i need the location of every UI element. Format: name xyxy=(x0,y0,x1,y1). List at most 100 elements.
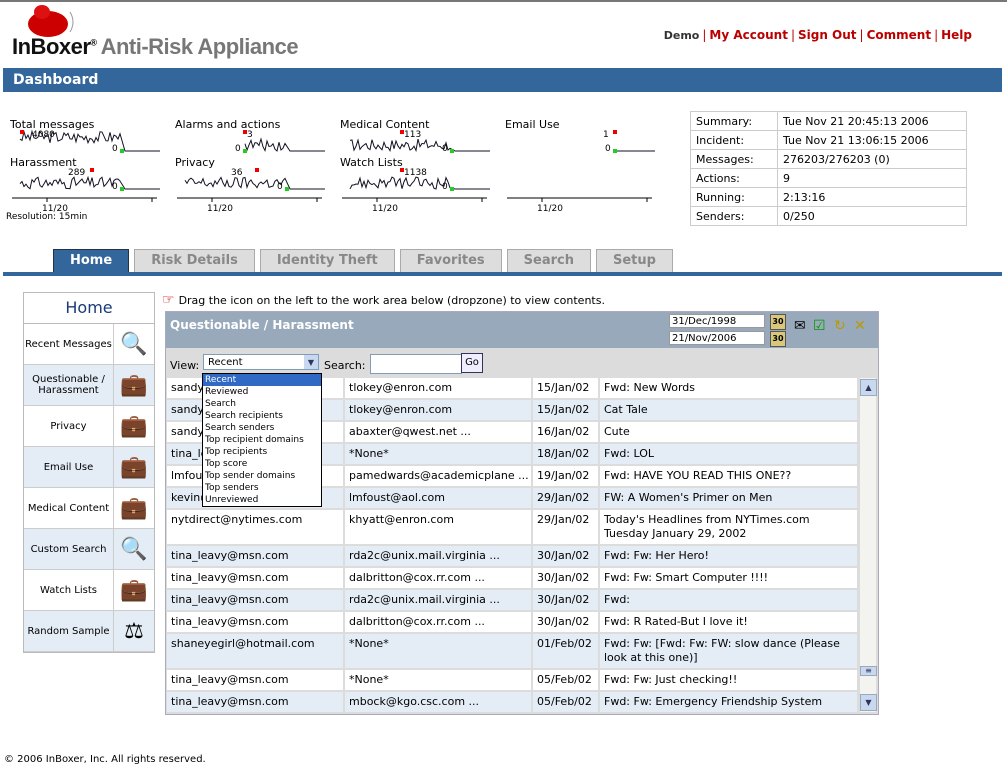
sparkline-chart: Medical Content 113 0 xyxy=(340,118,500,156)
briefcase-icon[interactable]: 💼 xyxy=(114,447,154,487)
sidebar-item[interactable]: Medical Content 💼 xyxy=(24,488,154,529)
tab-search[interactable]: Search xyxy=(506,249,591,272)
my-account-link[interactable]: My Account xyxy=(709,28,788,42)
comment-link[interactable]: Comment xyxy=(867,28,931,42)
cell-sender: nytdirect@nytimes.com xyxy=(167,510,345,544)
view-option[interactable]: Top score xyxy=(203,458,321,470)
checkmark-icon[interactable]: ☑ xyxy=(813,318,826,334)
scales-icon[interactable]: ⚖ xyxy=(114,611,154,651)
sidebar-item[interactable]: Questionable / Harassment 💼 xyxy=(24,365,154,406)
scrollbar[interactable]: ▲ ≡ ▼ xyxy=(860,378,877,712)
cell-date: 30/Jan/02 xyxy=(533,546,600,566)
close-icon[interactable]: ✕ xyxy=(854,318,866,334)
cell-sender: tina_leavy@msn.com xyxy=(167,612,345,632)
tab-setup[interactable]: Setup xyxy=(596,249,673,272)
cell-recipient: mbock@kgo.csc.com ... xyxy=(345,692,533,712)
briefcase-icon[interactable]: 💼 xyxy=(114,488,154,528)
table-row[interactable]: shaneyegirl@hotmail.com *None* 01/Feb/02 Fw… xyxy=(167,634,859,670)
scroll-up-button[interactable]: ▲ xyxy=(860,379,877,396)
refresh-icon[interactable]: ↻ xyxy=(834,318,846,334)
summary-key: Actions: xyxy=(690,168,778,188)
date-from-input[interactable]: 31/Dec/1998 xyxy=(669,314,765,328)
sparkline-min-label: 0 xyxy=(442,144,448,154)
sidebar-home[interactable]: Home xyxy=(24,293,154,324)
cell-date: 01/Feb/02 xyxy=(533,634,600,668)
view-option[interactable]: Top senders xyxy=(203,482,321,494)
envelope-icon[interactable]: ✉ xyxy=(794,318,806,334)
search-input[interactable] xyxy=(370,354,462,374)
summary-value: 276203/276203 (0) xyxy=(777,149,967,169)
sidebar-item[interactable]: Privacy 💼 xyxy=(24,406,154,447)
view-option[interactable]: Unreviewed xyxy=(203,494,321,506)
summary-row: Actions: 9 xyxy=(690,168,967,188)
cell-sender: tina_leavy@msn.com xyxy=(167,590,345,610)
calendar-icon[interactable]: 30 xyxy=(770,314,786,330)
sparkline-max-label: 36 xyxy=(231,168,243,178)
tab-identity-theft[interactable]: Identity Theft xyxy=(259,249,395,272)
view-option[interactable]: Search senders xyxy=(203,422,321,434)
cell-recipient: khyatt@enron.com xyxy=(345,510,533,544)
cell-subject: Cute xyxy=(600,422,859,442)
sparkline-max-label: 4080 xyxy=(32,130,55,140)
sidebar-item[interactable]: Recent Messages 🔍 xyxy=(24,324,154,365)
sparkline-chart: Email Use 1 0 xyxy=(505,118,665,156)
summary-row: Messages: 276203/276203 (0) xyxy=(690,149,967,169)
sidebar-item[interactable]: Email Use 💼 xyxy=(24,447,154,488)
account-links: Demo | My Account | Sign Out | Comment | Help xyxy=(663,28,972,42)
sidebar-item-label: Questionable / Harassment xyxy=(24,365,114,405)
summary-key: Running: xyxy=(690,187,778,207)
view-option[interactable]: Top recipients xyxy=(203,446,321,458)
cell-recipient: tlokey@enron.com xyxy=(345,400,533,420)
calendar-icon[interactable]: 30 xyxy=(770,331,786,347)
view-option[interactable]: Top sender domains xyxy=(203,470,321,482)
min-marker xyxy=(120,187,124,191)
axis-tick-label: 11/20 xyxy=(207,204,233,214)
sidebar-item-label: Privacy xyxy=(24,406,114,446)
date-to-input[interactable]: 21/Nov/2006 xyxy=(669,331,765,345)
chevron-down-icon[interactable]: ▼ xyxy=(304,355,318,369)
sidebar-item[interactable]: Watch Lists 💼 xyxy=(24,570,154,611)
table-row[interactable]: tina_leavy@msn.com mbock@kgo.csc.com ... 0… xyxy=(167,692,859,712)
min-marker xyxy=(243,149,247,153)
copyright: © 2006 InBoxer, Inc. All rights reserved… xyxy=(4,754,206,765)
view-option[interactable]: Reviewed xyxy=(203,386,321,398)
table-row[interactable]: nytdirect@nytimes.com khyatt@enron.com 29/… xyxy=(167,510,859,546)
table-row[interactable]: tina_leavy@msn.com dalbritton@cox.rr.com … xyxy=(167,612,859,634)
view-option[interactable]: Top recipient domains xyxy=(203,434,321,446)
briefcase-icon[interactable]: 💼 xyxy=(114,365,154,405)
table-row[interactable]: tina_leavy@msn.com *None* 05/Feb/02 Fwd: Fw… xyxy=(167,670,859,692)
search-icon[interactable]: 🔍 xyxy=(114,324,154,364)
cell-date: 30/Jan/02 xyxy=(533,590,600,610)
resolution-label: Resolution: 15min xyxy=(6,212,88,222)
search-icon[interactable]: 🔍 xyxy=(114,529,154,569)
help-link[interactable]: Help xyxy=(941,28,972,42)
go-button[interactable]: Go xyxy=(461,353,483,373)
briefcase-icon[interactable]: 💼 xyxy=(114,406,154,446)
table-row[interactable]: tina_leavy@msn.com rda2c@unix.mail.virgin… xyxy=(167,546,859,568)
scroll-down-button[interactable]: ▼ xyxy=(860,694,877,711)
cell-date: 16/Jan/02 xyxy=(533,422,600,442)
view-option[interactable]: Search recipients xyxy=(203,410,321,422)
sparkline-min-label: 0 xyxy=(442,182,448,192)
tab-risk-details[interactable]: Risk Details xyxy=(134,249,255,272)
tab-home[interactable]: Home xyxy=(53,249,130,272)
sidebar-item[interactable]: Custom Search 🔍 xyxy=(24,529,154,570)
view-option[interactable]: Search xyxy=(203,398,321,410)
summary-value: 0/250 xyxy=(777,206,967,226)
cell-date: 15/Jan/02 xyxy=(533,378,600,398)
sign-out-link[interactable]: Sign Out xyxy=(798,28,857,42)
scroll-thumb[interactable]: ≡ xyxy=(860,666,877,676)
table-row[interactable]: tina_leavy@msn.com rda2c@unix.mail.virgin… xyxy=(167,590,859,612)
sidebar-item-label: Email Use xyxy=(24,447,114,487)
user-name: Demo xyxy=(663,29,700,42)
view-select[interactable]: Recent ▼ xyxy=(203,354,319,370)
view-option[interactable]: Recent xyxy=(203,374,321,386)
sidebar-item[interactable]: Random Sample ⚖ xyxy=(24,611,154,652)
tab-favorites[interactable]: Favorites xyxy=(399,249,502,272)
summary-value: 9 xyxy=(777,168,967,188)
briefcase-icon[interactable]: 💼 xyxy=(114,570,154,610)
search-label: Search: xyxy=(324,359,366,372)
sidebar-item-label: Watch Lists xyxy=(24,570,114,610)
dropzone-hint: ☞ Drag the icon on the left to the work a… xyxy=(162,292,605,308)
table-row[interactable]: tina_leavy@msn.com dalbritton@cox.rr.com … xyxy=(167,568,859,590)
